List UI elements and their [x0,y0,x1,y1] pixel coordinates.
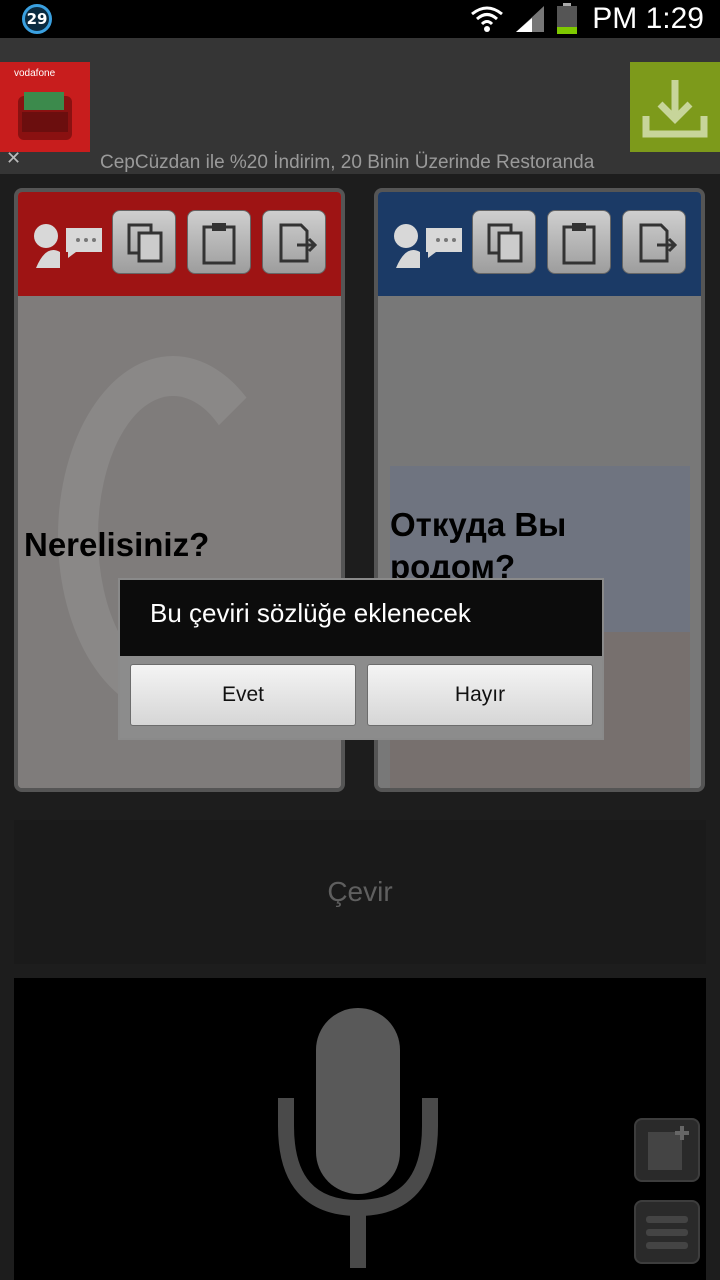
paste-button[interactable] [547,210,611,274]
notification-badge: 29 [22,4,52,34]
signal-icon [516,6,545,32]
share-button[interactable] [262,210,326,274]
menu-button[interactable] [634,1200,700,1264]
download-icon [642,80,708,138]
wifi-icon [471,6,504,32]
dialog-message: Bu çeviri sözlüğe eklenecek [120,580,602,656]
target-phrase: Откуда Вы родом? [390,506,567,585]
menu-icon [646,1216,688,1249]
voice-input-area [14,978,706,1280]
add-to-dictionary-button[interactable] [634,1118,700,1182]
clipboard-icon [202,223,236,265]
ad-text[interactable]: CepCüzdan ile %20 İndirim, 20 Binin Üzer… [100,152,660,174]
microphone-icon[interactable] [278,998,438,1280]
ad-logo[interactable]: vodafone [0,62,90,152]
share-button[interactable] [622,210,686,274]
clock: PM 1:29 [592,2,704,35]
paste-button[interactable] [187,210,251,274]
export-icon [279,223,318,263]
wallet-icon [18,92,72,140]
add-note-icon [648,1126,689,1170]
clipboard-icon [562,223,596,265]
target-panel-toolbar [378,192,701,296]
ad-banner[interactable]: vodafone ✕ CepCüzdan ile %20 İndirim, 20… [0,38,720,174]
speak-icon[interactable] [392,218,468,270]
speak-icon[interactable] [32,218,108,270]
confirm-dialog: Bu çeviri sözlüğe eklenecek Evet Hayır [118,578,604,740]
source-phrase: Nerelisiniz? [24,526,210,563]
dialog-button-bar: Evet Hayır [120,656,602,738]
yes-button[interactable]: Evet [130,664,356,726]
copy-button[interactable] [472,210,536,274]
battery-icon [557,3,578,34]
export-icon [639,223,678,263]
ad-close-icon[interactable]: ✕ [6,148,21,169]
copy-icon [127,223,163,263]
status-bar: 29 PM 1:29 [0,0,720,38]
status-icons: PM 1:29 [470,0,704,38]
no-button[interactable]: Hayır [367,664,593,726]
copy-button[interactable] [112,210,176,274]
copy-icon [487,223,523,263]
source-panel-toolbar [18,192,341,296]
ad-download-button[interactable] [630,62,720,152]
translate-button[interactable]: Çevir [14,820,706,964]
